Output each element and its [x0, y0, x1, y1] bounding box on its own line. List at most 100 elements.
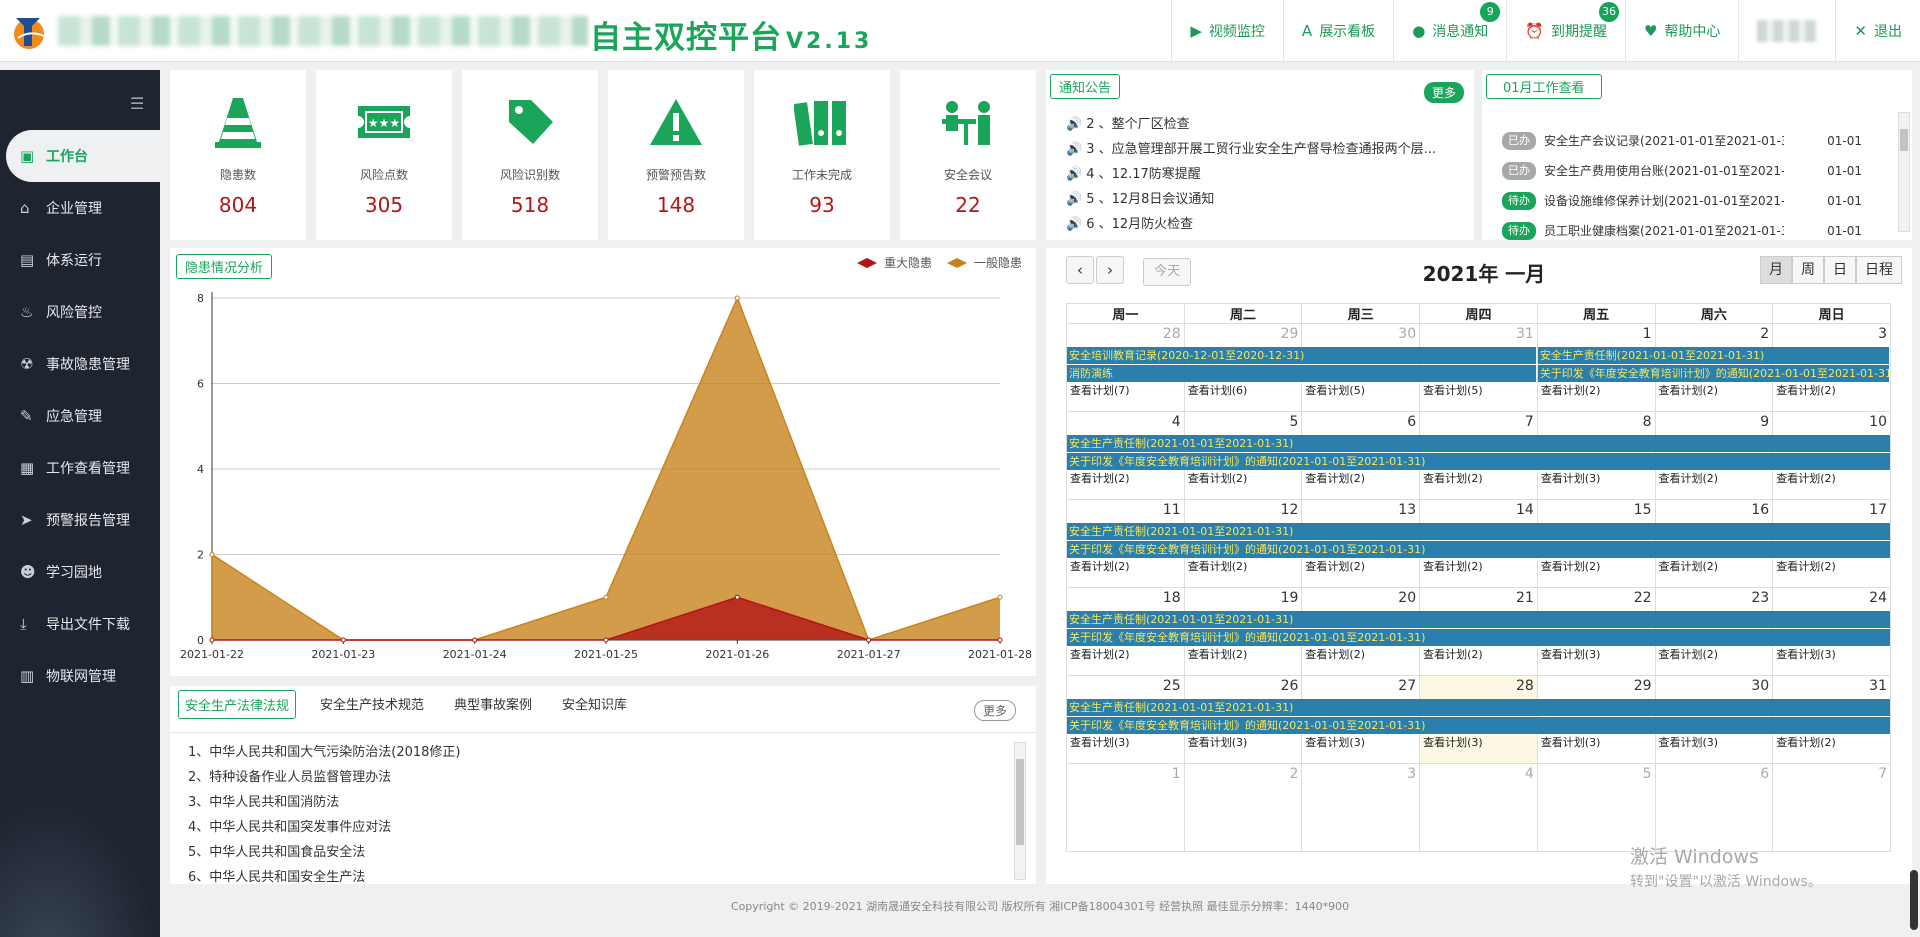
calendar-event[interactable]: 关于印发《年度安全教育培训计划》的通知(2021-01-01至2021-01-3…: [1067, 453, 1890, 470]
view-plan-link[interactable]: 查看计划(3): [1538, 470, 1601, 488]
nav-logout[interactable]: ✕ 退出: [1835, 0, 1920, 62]
law-item[interactable]: 4、中华人民共和国突发事件应对法: [188, 815, 461, 840]
view-plan-link[interactable]: 查看计划(2): [1656, 382, 1719, 400]
menu-toggle-icon[interactable]: ☰: [130, 94, 144, 113]
view-agenda-button[interactable]: 日程: [1856, 256, 1902, 284]
view-month-button[interactable]: 月: [1760, 256, 1792, 284]
work-item[interactable]: 已办 安全生产会议记录(2021-01-01至2021-01-31) 01-01: [1502, 126, 1862, 156]
calendar-event[interactable]: 安全生产责任制(2021-01-01至2021-01-31): [1067, 699, 1890, 716]
calendar-event[interactable]: 安全生产责任制(2021-01-01至2021-01-31): [1067, 523, 1890, 540]
nav-user[interactable]: [1738, 0, 1835, 62]
legend-major-hazard[interactable]: 重大隐患: [856, 254, 932, 271]
tab-knowledge-base[interactable]: 安全知识库: [556, 690, 633, 719]
view-plan-link[interactable]: 查看计划(2): [1656, 558, 1719, 576]
view-plan-link[interactable]: 查看计划(2): [1067, 558, 1130, 576]
nav-expiry-reminder[interactable]: ⏰ 到期提醒 36: [1506, 0, 1625, 62]
calendar-day[interactable]: 18 安全生产责任制(2021-01-01至2021-01-31) 关于印发《年度安…: [1066, 587, 1890, 676]
nav-help-center[interactable]: ♥ 帮助中心: [1624, 0, 1738, 62]
view-plan-link[interactable]: 查看计划(2): [1420, 470, 1483, 488]
stat-card-meetings[interactable]: 安全会议 22: [900, 70, 1036, 240]
sidebar-item-work-view[interactable]: ▦ 工作查看管理: [0, 442, 160, 494]
view-plan-link[interactable]: 查看计划(3): [1773, 646, 1836, 664]
view-plan-link[interactable]: 查看计划(5): [1420, 382, 1483, 400]
sidebar-item-emergency[interactable]: ✎ 应急管理: [0, 390, 160, 442]
notice-item[interactable]: 🔊 6 、12月防火检查: [1066, 212, 1466, 237]
nav-messages[interactable]: ● 消息通知 9: [1393, 0, 1506, 62]
calendar-day[interactable]: 1 安全生产责任制(2021-01-01至2021-01-31) 关于印发《年度安全…: [1536, 323, 1890, 412]
view-day-button[interactable]: 日: [1824, 256, 1856, 284]
view-plan-link[interactable]: 查看计划(2): [1773, 382, 1836, 400]
sidebar-item-hazard[interactable]: ☢ 事故隐患管理: [0, 338, 160, 390]
laws-more-button[interactable]: 更多: [974, 700, 1017, 721]
sidebar-item-iot[interactable]: ▥ 物联网管理: [0, 650, 160, 702]
calendar-event[interactable]: 安全生产责任制(2021-01-01至2021-01-31): [1537, 347, 1890, 364]
view-plan-link[interactable]: 查看计划(3): [1420, 734, 1483, 752]
view-plan-link[interactable]: 查看计划(2): [1773, 470, 1836, 488]
view-plan-link[interactable]: 查看计划(3): [1185, 734, 1248, 752]
notice-item[interactable]: 🔊 4 、12.17防寒提醒: [1066, 162, 1466, 187]
calendar-day[interactable]: 25 安全生产责任制(2021-01-01至2021-01-31) 关于印发《年度安…: [1066, 675, 1890, 764]
sidebar-item-warning-report[interactable]: ➤ 预警报告管理: [0, 494, 160, 546]
calendar-event[interactable]: 关于印发《年度安全教育培训计划》的通知(2021-01-01至2021-01-3…: [1067, 717, 1890, 734]
next-month-button[interactable]: ›: [1096, 256, 1124, 284]
calendar-day[interactable]: 3: [1301, 763, 1421, 852]
nav-video-monitor[interactable]: ▶ 视频监控: [1171, 0, 1283, 62]
sidebar-item-learning[interactable]: ☻ 学习园地: [0, 546, 160, 598]
tab-accident-cases[interactable]: 典型事故案例: [448, 690, 538, 719]
notice-item[interactable]: 🔊 3 、应急管理部开展工贸行业安全生产督导检查通报两个层...: [1066, 137, 1466, 162]
view-plan-link[interactable]: 查看计划(3): [1538, 734, 1601, 752]
legend-general-hazard[interactable]: 一般隐患: [946, 254, 1022, 271]
calendar-event[interactable]: 关于印发《年度安全教育培训计划》的通知(2021-01-01至2021-01-3…: [1537, 365, 1890, 382]
view-plan-link[interactable]: 查看计划(2): [1302, 558, 1365, 576]
tab-laws[interactable]: 安全生产法律法规: [178, 690, 297, 719]
work-item[interactable]: 已办安全生产费用使用台账(2021-01-01至2021-01-...01-01: [1502, 156, 1862, 186]
calendar-event[interactable]: 关于印发《年度安全教育培训计划》的通知(2021-01-01至2021-01-3…: [1067, 541, 1890, 558]
view-plan-link[interactable]: 查看计划(2): [1538, 558, 1601, 576]
view-plan-link[interactable]: 查看计划(2): [1067, 646, 1130, 664]
calendar-event[interactable]: 安全生产责任制(2021-01-01至2021-01-31): [1067, 611, 1890, 628]
view-plan-link[interactable]: 查看计划(2): [1185, 558, 1248, 576]
stat-card-hazards[interactable]: 隐患数 804: [170, 70, 306, 240]
work-item[interactable]: 待办设备设施维修保养计划(2021-01-01至2021-01-...01-01: [1502, 186, 1862, 216]
calendar-day[interactable]: 28 安全培训教育记录(2020-12-01至2020-12-31) 消防演练 查看计…: [1066, 323, 1537, 412]
calendar-day[interactable]: 6: [1654, 763, 1774, 852]
laws-scrollbar[interactable]: [1014, 742, 1026, 880]
law-item[interactable]: 2、特种设备作业人员监督管理办法: [188, 765, 461, 790]
view-plan-link[interactable]: 查看计划(3): [1302, 734, 1365, 752]
calendar-day[interactable]: 1: [1066, 763, 1185, 852]
view-plan-link[interactable]: 查看计划(5): [1302, 382, 1365, 400]
law-item[interactable]: 3、中华人民共和国消防法: [188, 790, 461, 815]
view-plan-link[interactable]: 查看计划(2): [1302, 646, 1365, 664]
law-item[interactable]: 6、中华人民共和国安全生产法: [188, 865, 461, 890]
today-button[interactable]: 今天: [1143, 258, 1192, 286]
notice-item[interactable]: 🔊 5 、12月8日会议通知: [1066, 187, 1466, 212]
sidebar-item-enterprise[interactable]: ⌂ 企业管理: [0, 182, 160, 234]
notice-item[interactable]: 🔊 2 、整个厂区检查: [1066, 112, 1466, 137]
calendar-event[interactable]: 关于印发《年度安全教育培训计划》的通知(2021-01-01至2021-01-3…: [1067, 629, 1890, 646]
calendar-event[interactable]: 安全培训教育记录(2020-12-01至2020-12-31): [1067, 347, 1537, 364]
calendar-event[interactable]: 安全生产责任制(2021-01-01至2021-01-31): [1067, 435, 1890, 452]
prev-month-button[interactable]: ‹: [1066, 256, 1094, 284]
view-week-button[interactable]: 周: [1792, 256, 1824, 284]
work-item[interactable]: 待办 员工职业健康档案(2021-01-01至2021-01-31) 01-01: [1502, 216, 1862, 240]
calendar-day[interactable]: 2: [1183, 763, 1303, 852]
view-plan-link[interactable]: 查看计划(2): [1538, 382, 1601, 400]
view-plan-link[interactable]: 查看计划(3): [1538, 646, 1601, 664]
view-plan-link[interactable]: 查看计划(2): [1185, 470, 1248, 488]
page-scrollbar[interactable]: [1910, 870, 1918, 930]
calendar-day[interactable]: 4 安全生产责任制(2021-01-01至2021-01-31) 关于印发《年度安全…: [1066, 411, 1890, 500]
view-plan-link[interactable]: 查看计划(2): [1773, 734, 1836, 752]
stat-card-warnings[interactable]: 预警预告数 148: [608, 70, 744, 240]
nav-display-board[interactable]: A 展示看板: [1282, 0, 1393, 62]
view-plan-link[interactable]: 查看计划(2): [1420, 646, 1483, 664]
view-plan-link[interactable]: 查看计划(3): [1656, 734, 1719, 752]
view-plan-link[interactable]: 查看计划(2): [1185, 646, 1248, 664]
calendar-day[interactable]: 4: [1419, 763, 1538, 852]
view-plan-link[interactable]: 查看计划(2): [1302, 470, 1365, 488]
work-list-scrollbar[interactable]: [1898, 112, 1910, 232]
sidebar-item-download[interactable]: ⤓ 导出文件下载: [0, 598, 160, 650]
tab-tech-specs[interactable]: 安全生产技术规范: [314, 690, 430, 719]
view-plan-link[interactable]: 查看计划(3): [1067, 734, 1130, 752]
view-plan-link[interactable]: 查看计划(6): [1185, 382, 1248, 400]
view-plan-link[interactable]: 查看计划(2): [1656, 646, 1719, 664]
